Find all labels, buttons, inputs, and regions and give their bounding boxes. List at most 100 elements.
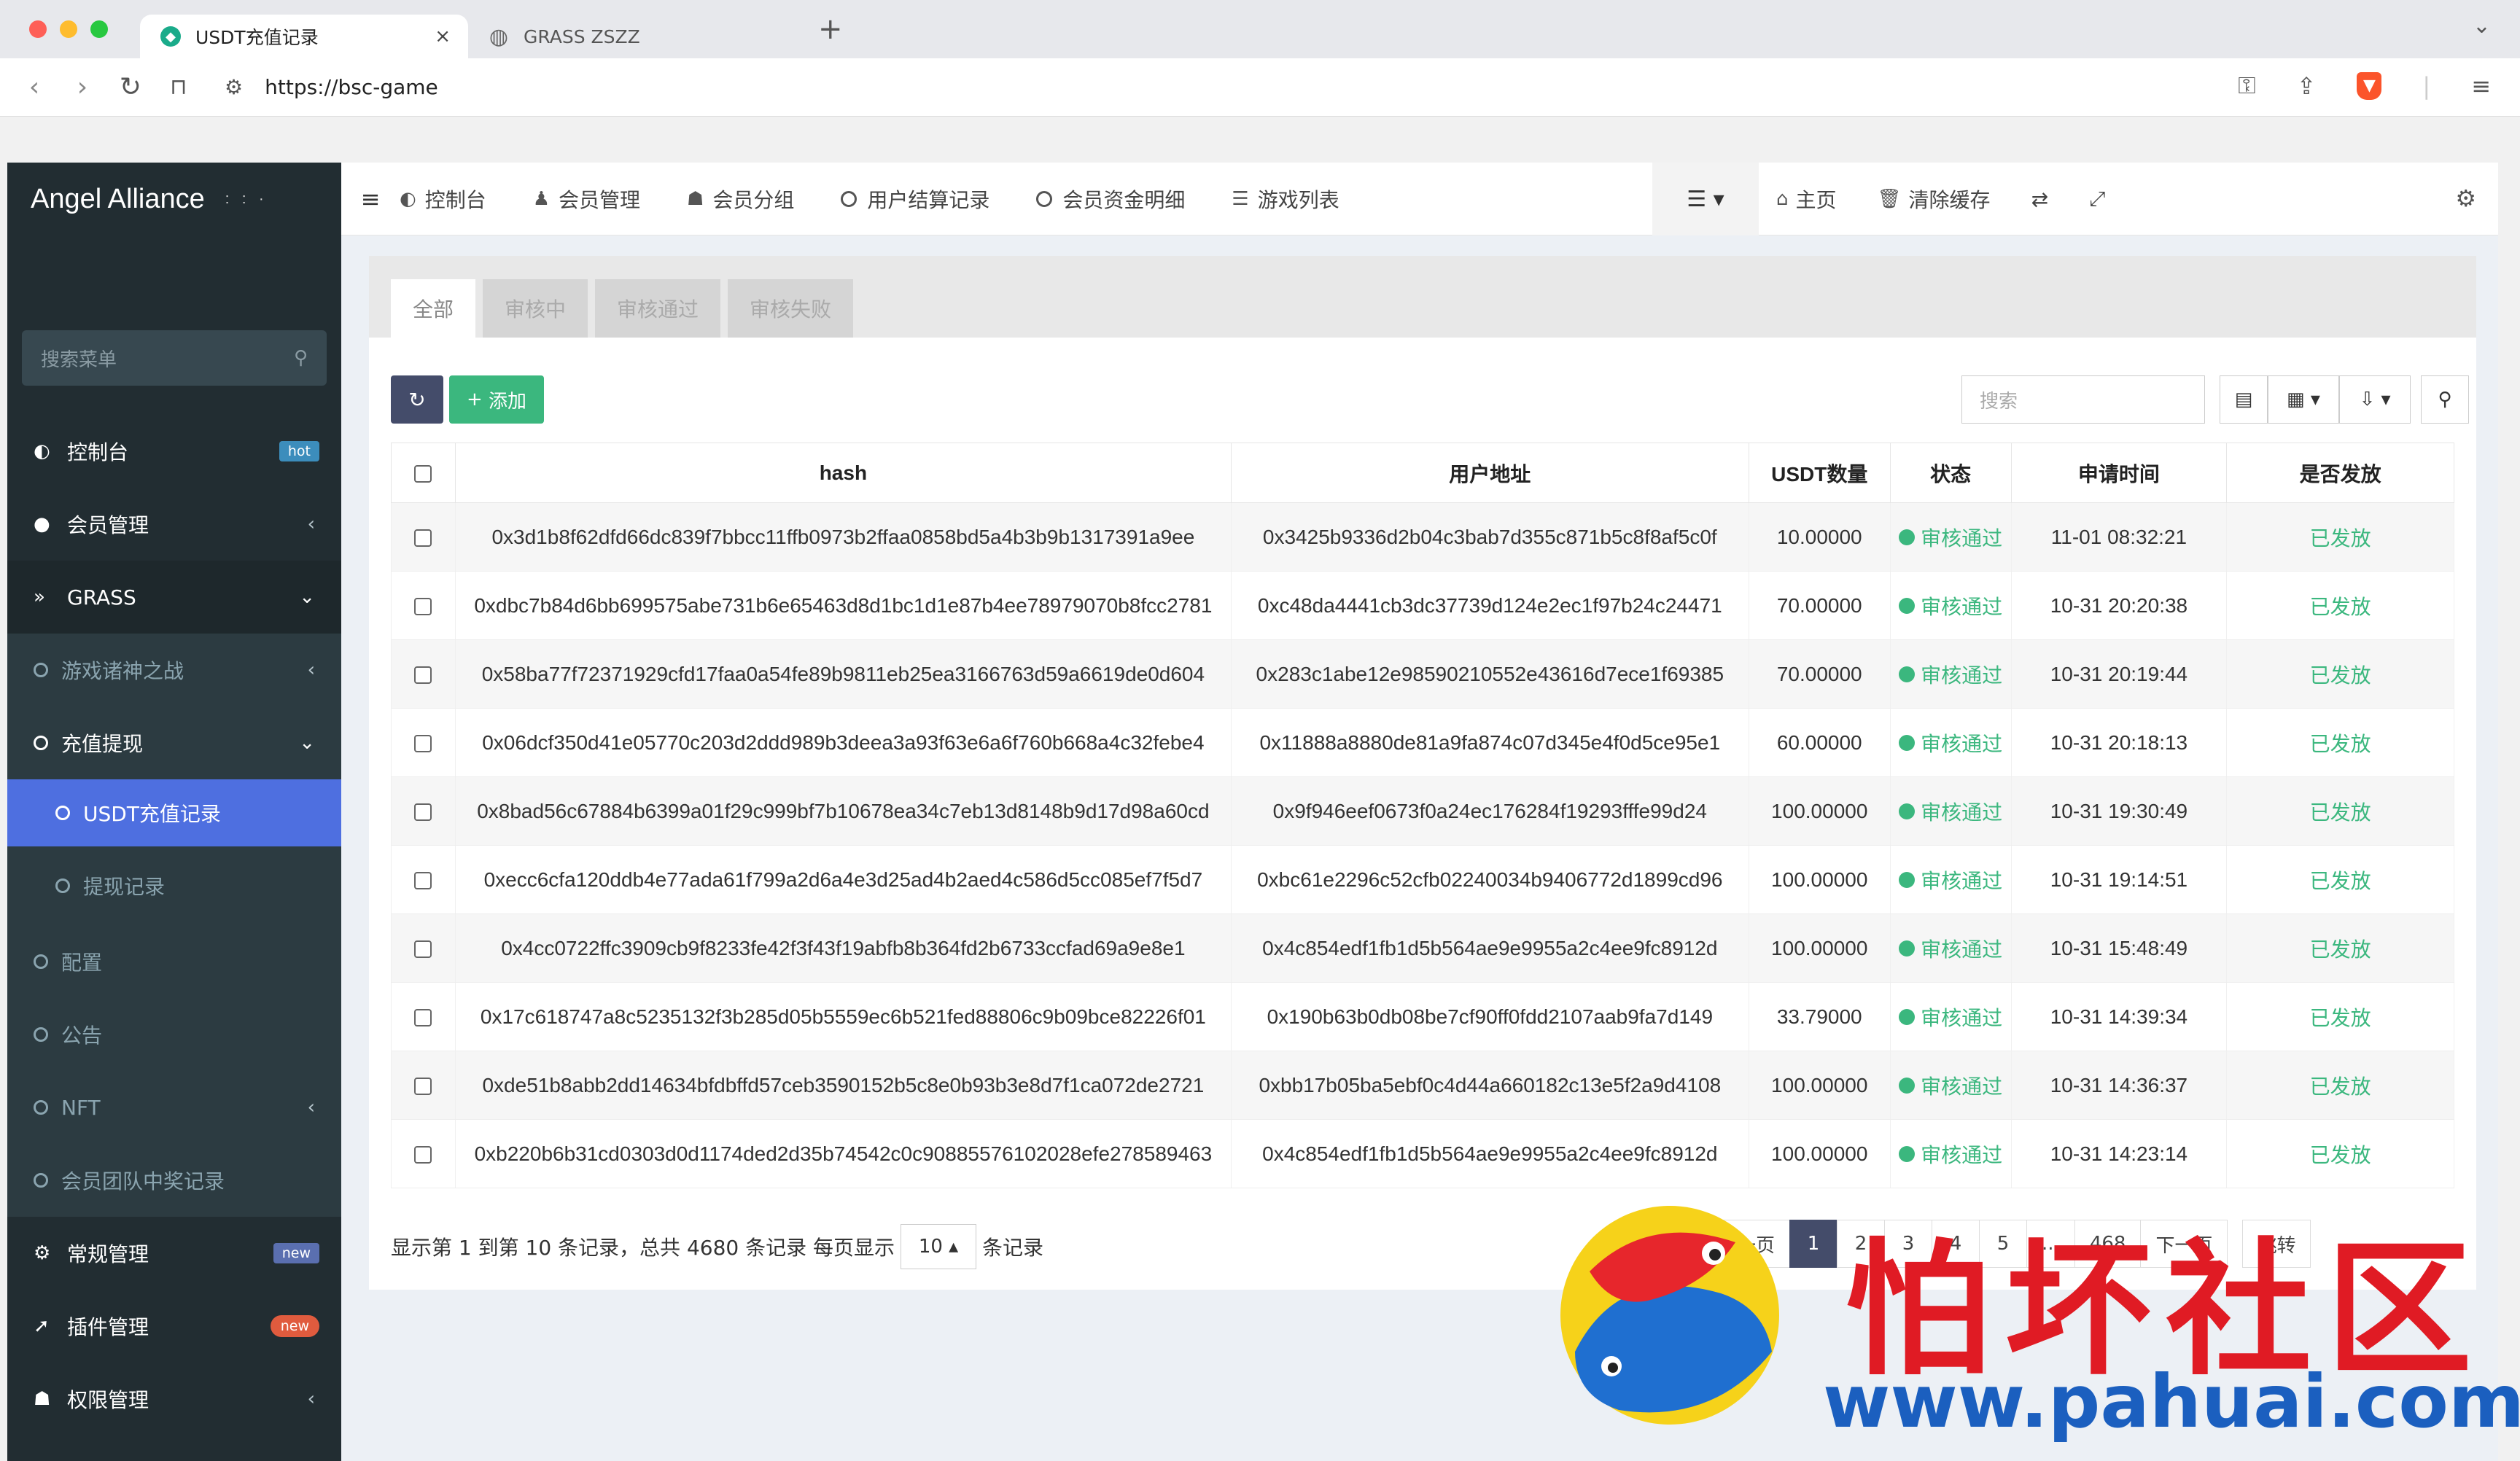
table-row[interactable]: 0xecc6cfa120ddb4e77ada61f799a2d6a4e3d25a… xyxy=(391,845,2454,914)
row-checkbox[interactable] xyxy=(414,940,432,959)
table-row[interactable]: 0x06dcf350d41e05770c203d2ddd989b3deea3a9… xyxy=(391,708,2454,777)
row-select-cell[interactable] xyxy=(391,571,456,640)
row-select-cell[interactable] xyxy=(391,502,456,572)
url-text[interactable]: https://bsc-game xyxy=(265,75,438,99)
sidebar-item-withdraw-records[interactable]: 提现记录 xyxy=(7,846,341,925)
add-button[interactable]: + 添加 xyxy=(449,375,544,424)
new-tab-button[interactable]: + xyxy=(818,12,843,46)
close-window-button[interactable] xyxy=(29,20,47,38)
sidebar-item-nft[interactable]: NFT ‹ xyxy=(7,1071,341,1144)
topnav-dashboard[interactable]: ◐ 控制台 xyxy=(400,184,486,214)
col-status[interactable]: 状态 xyxy=(1889,443,2012,503)
table-search-input[interactable]: 搜索 xyxy=(1961,375,2205,424)
key-icon[interactable]: ⚿ xyxy=(2238,71,2255,100)
table-row[interactable]: 0x17c618747a8c5235132f3b285d05b5559ec6b5… xyxy=(391,982,2454,1051)
settings-gear-icon[interactable]: ⚙ xyxy=(2455,184,2476,212)
topnav-member-groups[interactable]: ☗ 会员分组 xyxy=(687,184,794,214)
share-icon[interactable]: ⇪ xyxy=(2297,72,2317,100)
table-row[interactable]: 0x4cc0722ffc3909cb9f8233fe42f3f43f19abfb… xyxy=(391,913,2454,983)
sidebar-search-input[interactable]: 搜索菜单 ⚲ xyxy=(22,330,327,386)
row-checkbox[interactable] xyxy=(414,598,432,616)
reload-icon[interactable]: ↻ xyxy=(106,72,155,102)
bookmark-icon[interactable]: ⊓ xyxy=(155,74,203,100)
topnav-members[interactable]: ♟ 会员管理 xyxy=(533,184,640,214)
minimize-window-button[interactable] xyxy=(60,20,77,38)
search-button[interactable]: ⚲ xyxy=(2421,375,2469,424)
row-select-cell[interactable] xyxy=(391,776,456,846)
browser-tab-grass[interactable]: ◍ GRASS ZSZZ xyxy=(468,15,796,58)
table-row[interactable]: 0xb220b6b31cd0303d0d1174ded2d35b74542c0c… xyxy=(391,1119,2454,1188)
forward-icon[interactable]: › xyxy=(58,72,106,102)
row-checkbox[interactable] xyxy=(414,666,432,685)
sidebar-item-members[interactable]: ● 会员管理 ‹ xyxy=(7,488,341,561)
sidebar-item-grass[interactable]: » GRASS ⌄ xyxy=(7,561,341,634)
row-select-cell[interactable] xyxy=(391,708,456,777)
row-select-cell[interactable] xyxy=(391,982,456,1051)
col-hash[interactable]: hash xyxy=(454,443,1232,503)
col-time[interactable]: 申请时间 xyxy=(2010,443,2228,503)
export-button[interactable]: ⇩ ▾ xyxy=(2339,375,2411,424)
brave-shield-icon[interactable]: ▼ xyxy=(2357,71,2382,100)
sidebar-item-recharge[interactable]: 充值提现 ⌄ xyxy=(7,706,341,779)
row-checkbox[interactable] xyxy=(414,803,432,822)
sidebar-item-team-prize[interactable]: 会员团队中奖记录 xyxy=(7,1144,341,1217)
tab-list-chevron-icon[interactable]: ⌄ xyxy=(2473,13,2491,39)
clear-cache-button[interactable]: 🗑 清除缓存 xyxy=(1878,184,1991,214)
back-icon[interactable]: ‹ xyxy=(10,72,58,102)
row-select-cell[interactable] xyxy=(391,845,456,914)
row-checkbox[interactable] xyxy=(414,1078,432,1096)
sidebar-item-notice[interactable]: 公告 xyxy=(7,998,341,1071)
brand-logo[interactable]: Angel Alliance : : · xyxy=(7,163,341,235)
search-icon[interactable]: ⚲ xyxy=(294,347,308,369)
toggle-view-button[interactable]: ▤ xyxy=(2220,375,2268,424)
table-row[interactable]: 0xde51b8abb2dd14634bfdbffd57ceb3590152b5… xyxy=(391,1051,2454,1120)
sidebar-item-usdt-records[interactable]: USDT充值记录 xyxy=(7,779,341,846)
site-settings-icon[interactable]: ⚙ xyxy=(225,75,243,99)
sidebar-item-game[interactable]: 游戏诸神之战 ‹ xyxy=(7,634,341,706)
sidebar-item-permissions[interactable]: ☗ 权限管理 ‹ xyxy=(7,1363,341,1435)
table-row[interactable]: 0x58ba77f72371929cfd17faa0a54fe89b9811eb… xyxy=(391,639,2454,709)
topnav-settlement[interactable]: 用户结算记录 xyxy=(841,184,989,214)
row-checkbox[interactable] xyxy=(414,1009,432,1027)
more-menu-dropdown[interactable]: ☰ ▾ xyxy=(1652,163,1759,235)
sidebar-item-dashboard[interactable]: ◐ 控制台 hot xyxy=(7,415,341,488)
page-size-select[interactable]: 10 ▴ xyxy=(901,1224,977,1269)
select-all-cell[interactable] xyxy=(391,443,456,503)
row-select-cell[interactable] xyxy=(391,1119,456,1188)
refresh-button[interactable]: ↻ xyxy=(391,375,443,424)
select-all-checkbox[interactable] xyxy=(414,465,432,483)
translate-icon[interactable]: ⇄ xyxy=(2031,187,2048,211)
tab-all[interactable]: 全部 xyxy=(391,279,476,338)
row-checkbox[interactable] xyxy=(414,1146,432,1164)
row-select-cell[interactable] xyxy=(391,639,456,709)
sidebar-item-plugins[interactable]: ➚ 插件管理 new xyxy=(7,1290,341,1363)
table-row[interactable]: 0xdbc7b84d6bb699575abe731b6e65463d8d1bc1… xyxy=(391,571,2454,640)
home-link[interactable]: ⌂ 主页 xyxy=(1776,184,1837,214)
col-address[interactable]: 用户地址 xyxy=(1230,443,1749,503)
sidebar-item-config[interactable]: 配置 xyxy=(7,925,341,998)
col-amount[interactable]: USDT数量 xyxy=(1748,443,1891,503)
table-row[interactable]: 0x8bad56c67884b6399a01f29c999bf7b10678ea… xyxy=(391,776,2454,846)
status-label: 审核通过 xyxy=(1921,526,2003,550)
sidebar-item-general[interactable]: ⚙ 常规管理 new xyxy=(7,1217,341,1290)
row-select-cell[interactable] xyxy=(391,913,456,983)
maximize-window-button[interactable] xyxy=(90,20,108,38)
tab-approved[interactable]: 审核通过 xyxy=(595,279,721,338)
address-bar[interactable]: ⚙ https://bsc-game xyxy=(225,75,438,99)
browser-menu-icon[interactable]: ≡ xyxy=(2471,72,2491,100)
fullscreen-icon[interactable]: ⤢ xyxy=(2089,187,2105,211)
browser-tab-usdt[interactable]: ◆ USDT充值记录 × xyxy=(140,15,468,58)
tab-rejected[interactable]: 审核失败 xyxy=(728,279,854,338)
menu-toggle-icon[interactable]: ≡ xyxy=(341,185,400,213)
topnav-funds[interactable]: 会员资金明细 xyxy=(1036,184,1185,214)
columns-button[interactable]: ▦ ▾ xyxy=(2268,375,2339,424)
table-row[interactable]: 0x3d1b8f62dfd66dc839f7bbcc11ffb0973b2ffa… xyxy=(391,502,2454,572)
row-checkbox[interactable] xyxy=(414,872,432,890)
close-tab-icon[interactable]: × xyxy=(435,26,451,47)
col-issued[interactable]: 是否发放 xyxy=(2226,443,2454,503)
row-select-cell[interactable] xyxy=(391,1051,456,1120)
tab-pending[interactable]: 审核中 xyxy=(483,279,588,338)
row-checkbox[interactable] xyxy=(414,735,432,753)
topnav-games[interactable]: ☰ 游戏列表 xyxy=(1232,184,1339,214)
row-checkbox[interactable] xyxy=(414,529,432,548)
